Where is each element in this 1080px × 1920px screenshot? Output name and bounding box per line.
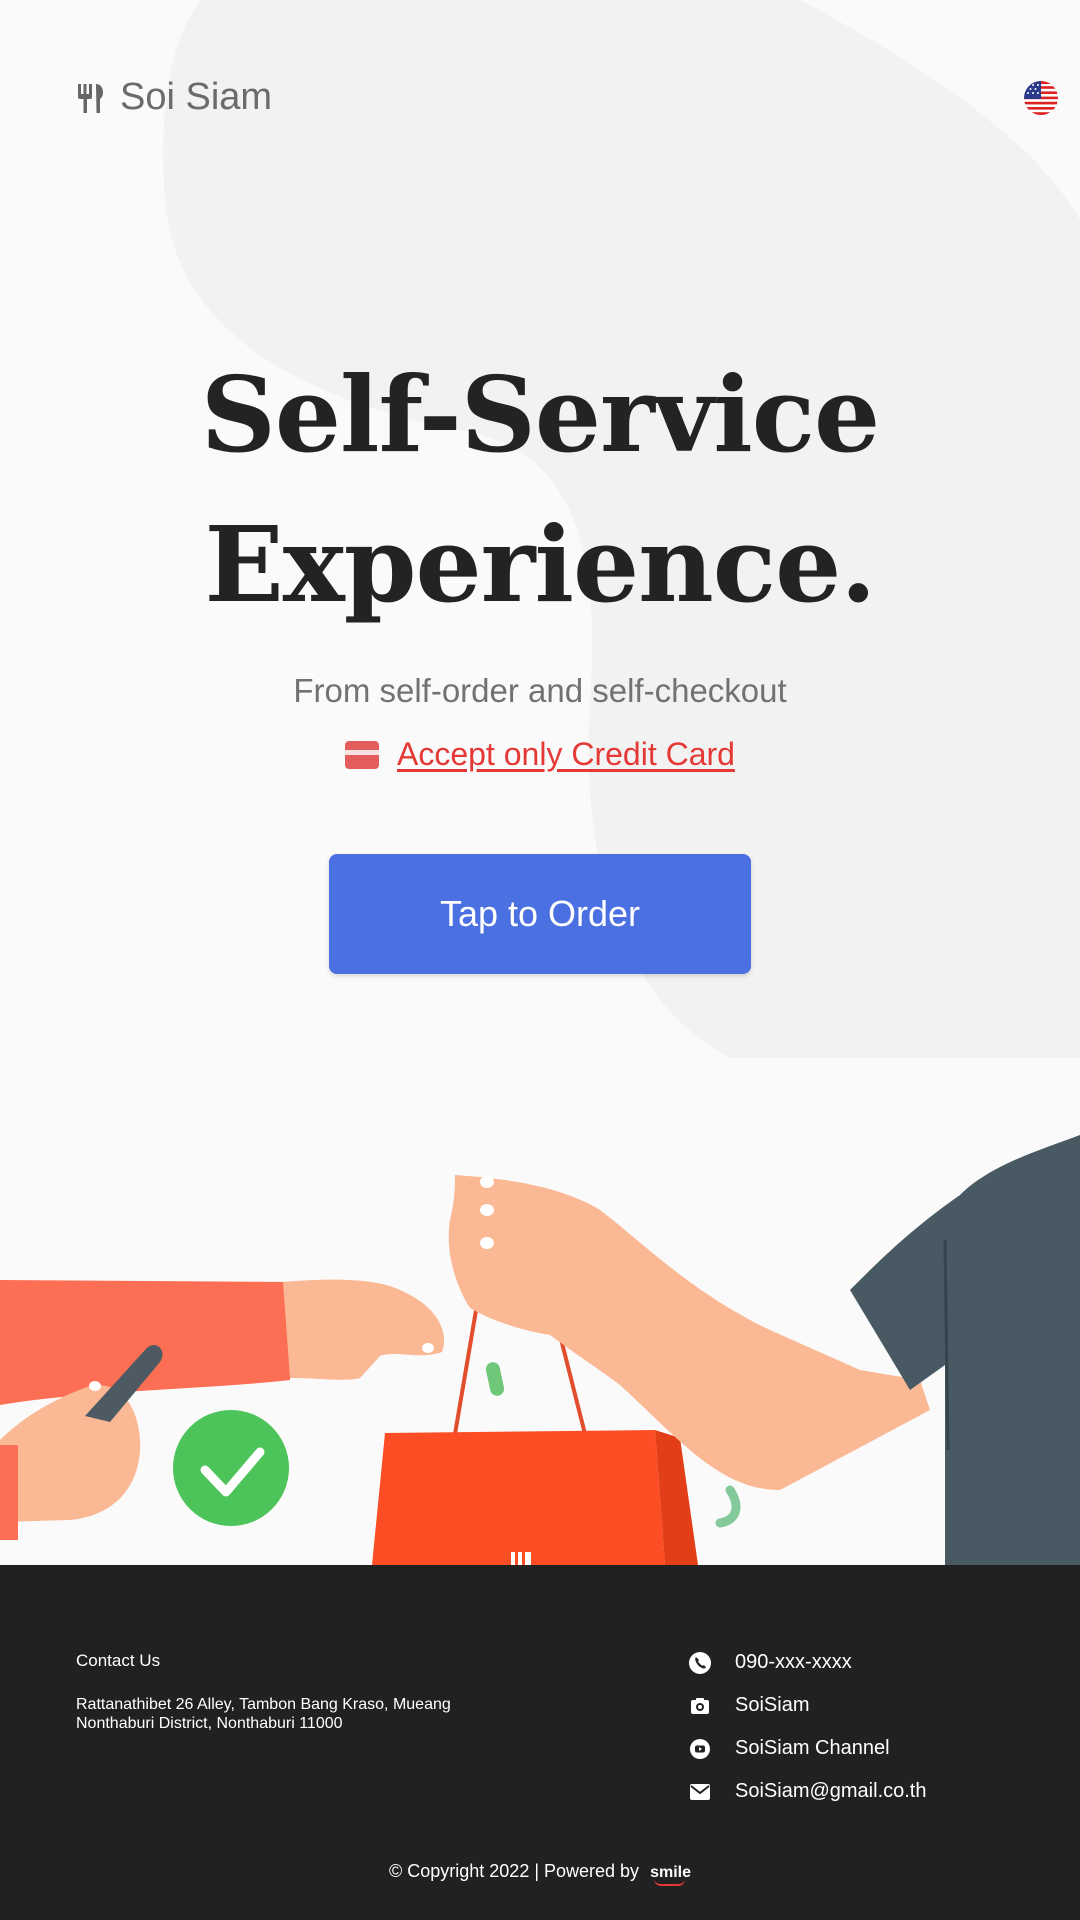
hand-over-shopping-bag-illustration	[0, 1135, 1080, 1565]
youtube-icon	[688, 1737, 712, 1761]
contact-email[interactable]: SoiSiam@gmail.co.th	[688, 1770, 926, 1813]
smile-logo: smile	[650, 1864, 691, 1881]
utensils-icon	[78, 83, 104, 113]
contact-email-text: SoiSiam@gmail.co.th	[735, 1780, 927, 1802]
credit-card-icon	[345, 740, 380, 769]
copyright-text: © Copyright 2022 | Powered by	[388, 1861, 640, 1881]
brand-header: Soi Siam	[76, 76, 272, 119]
instagram-icon	[688, 1694, 712, 1718]
contact-us-title: Contact Us	[76, 1651, 161, 1670]
brand-name: Soi Siam	[120, 76, 273, 118]
copyright: © Copyright 2022 | Powered by smile	[0, 1861, 1080, 1882]
footer: Contact Us Rattanathibet 26 Alley, Tambo…	[0, 1565, 1080, 1920]
contact-instagram-text: SoiSiam	[735, 1694, 810, 1716]
payment-note-text: Accept only Credit Card	[397, 736, 735, 772]
contact-phone[interactable]: 090-xxx-xxxx	[688, 1641, 926, 1684]
hero-title-line1: Self-Service	[200, 353, 880, 476]
language-selector[interactable]	[1024, 81, 1058, 115]
hero-title: Self-Service Experience.	[0, 340, 1080, 640]
us-flag-icon	[1024, 81, 1058, 115]
contact-instagram[interactable]: SoiSiam	[688, 1684, 926, 1727]
contact-youtube[interactable]: SoiSiam Channel	[688, 1727, 926, 1770]
contact-youtube-text: SoiSiam Channel	[735, 1737, 890, 1759]
hero-title-line2: Experience.	[204, 503, 877, 626]
contact-address: Rattanathibet 26 Alley, Tambon Bang Kras…	[76, 1695, 496, 1733]
contact-phone-text: 090-xxx-xxxx	[735, 1651, 852, 1673]
email-icon	[688, 1780, 712, 1804]
address-line1: Rattanathibet 26 Alley, Tambon Bang Kras…	[76, 1696, 451, 1713]
payment-note: Accept only Credit Card	[0, 736, 1080, 773]
tap-to-order-button[interactable]: Tap to Order	[329, 854, 751, 974]
hero-subtitle: From self-order and self-checkout	[293, 672, 787, 709]
phone-icon	[688, 1651, 712, 1675]
address-line2: Nonthaburi District, Nonthaburi 11000	[76, 1715, 343, 1732]
contact-list: 090-xxx-xxxx SoiSiam SoiSiam Channel Soi…	[688, 1641, 926, 1813]
